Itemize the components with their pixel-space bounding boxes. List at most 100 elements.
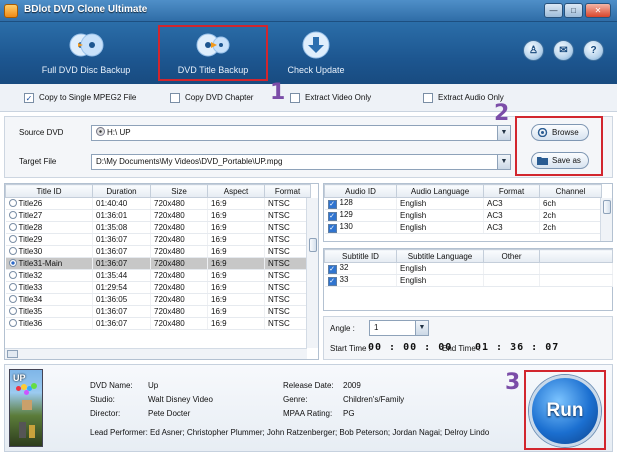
user-icon[interactable]: ♙ bbox=[523, 40, 544, 61]
audio-header-cell[interactable]: Channel bbox=[539, 184, 602, 198]
lead-performer-label: Lead Performer: bbox=[90, 428, 148, 437]
angle-select[interactable]: 1 ▼ bbox=[369, 320, 429, 336]
radio-icon[interactable] bbox=[8, 259, 17, 267]
checkbox-icon[interactable]: ✓ bbox=[327, 277, 337, 286]
audio-cell: ✓ 129 bbox=[324, 209, 397, 222]
scroll-thumb[interactable] bbox=[309, 238, 317, 252]
cell-text: 01:35:44 bbox=[96, 271, 128, 280]
titles-header-cell[interactable]: Duration bbox=[92, 184, 151, 198]
checkbox-icon[interactable]: ✓ bbox=[24, 93, 34, 103]
cell-text: 720x480 bbox=[154, 199, 185, 208]
cell-text: 720x480 bbox=[154, 295, 185, 304]
radio-icon[interactable] bbox=[8, 319, 17, 327]
cell-text: Title36 bbox=[18, 319, 43, 328]
titles-header-cell[interactable]: Aspect bbox=[207, 184, 265, 198]
audio-panel: Audio ID Audio Language Format Channel ✓… bbox=[323, 183, 613, 242]
source-dvd-select[interactable]: H:\ UP ▼ bbox=[91, 125, 511, 141]
chevron-down-icon[interactable]: ▼ bbox=[497, 126, 510, 140]
checkbox-icon[interactable] bbox=[423, 93, 433, 103]
title-cell: 01:36:07 bbox=[92, 305, 151, 318]
title-row[interactable]: Title35 01:36:07 720x480 16:9 NTSC bbox=[5, 305, 311, 318]
radio-icon[interactable] bbox=[8, 307, 17, 315]
dvd-cover-image: UP bbox=[9, 369, 43, 447]
scroll-thumb[interactable] bbox=[603, 200, 611, 214]
titles-header-cell[interactable]: Size bbox=[150, 184, 208, 198]
dvd-info-panel bbox=[4, 364, 613, 452]
audio-header-cell[interactable]: Format bbox=[483, 184, 540, 198]
checkbox-icon[interactable]: ✓ bbox=[327, 212, 337, 221]
title-row[interactable]: Title29 01:36:07 720x480 16:9 NTSC bbox=[5, 233, 311, 246]
help-icon[interactable]: ? bbox=[583, 40, 604, 61]
titles-header-cell[interactable]: Format bbox=[264, 184, 311, 198]
audio-cell: 2ch bbox=[539, 209, 602, 222]
radio-icon[interactable] bbox=[8, 271, 17, 279]
title-cell: Title32 bbox=[5, 269, 93, 282]
subtitle-cell: ✓ 33 bbox=[324, 274, 397, 287]
title-row[interactable]: Title26 01:40:40 720x480 16:9 NTSC bbox=[5, 197, 311, 210]
title-cell: 01:36:05 bbox=[92, 293, 151, 306]
minimize-button[interactable]: — bbox=[544, 3, 563, 18]
radio-icon[interactable] bbox=[8, 211, 17, 219]
check-update-button[interactable]: Check Update bbox=[256, 22, 376, 84]
titles-scrollbar[interactable] bbox=[306, 198, 318, 348]
radio-icon[interactable] bbox=[8, 199, 17, 207]
highlight-box-run bbox=[524, 370, 606, 450]
radio-icon[interactable] bbox=[8, 247, 17, 255]
audio-scrollbar[interactable] bbox=[600, 198, 612, 241]
radio-icon[interactable] bbox=[8, 235, 17, 243]
checkbox-icon[interactable]: ✓ bbox=[327, 265, 337, 274]
target-file-select[interactable]: D:\My Documents\My Videos\DVD_Portable\U… bbox=[91, 154, 511, 170]
audio-row[interactable]: ✓ 129 English AC3 2ch bbox=[324, 209, 602, 222]
subtitle-row[interactable]: ✓ 33 English bbox=[324, 274, 613, 287]
title-cell: Title30 bbox=[5, 245, 93, 258]
cell-text: Title35 bbox=[18, 307, 43, 316]
title-row[interactable]: Title28 01:35:08 720x480 16:9 NTSC bbox=[5, 221, 311, 234]
subtitle-header-cell[interactable]: Subtitle Language bbox=[396, 249, 484, 263]
checkbox-icon[interactable]: ✓ bbox=[327, 224, 337, 233]
radio-icon[interactable] bbox=[8, 223, 17, 231]
audio-header-cell[interactable]: Audio ID bbox=[324, 184, 397, 198]
title-row[interactable]: Title31-Main 01:36:07 720x480 16:9 NTSC bbox=[5, 257, 311, 270]
radio-icon[interactable] bbox=[8, 295, 17, 303]
full-dvd-disc-backup-button[interactable]: Full DVD Disc Backup bbox=[26, 22, 146, 84]
title-row[interactable]: Title36 01:36:07 720x480 16:9 NTSC bbox=[5, 317, 311, 330]
radio-icon[interactable] bbox=[8, 283, 17, 291]
checkbox-icon[interactable] bbox=[170, 93, 180, 103]
target-file-label: Target File bbox=[19, 157, 57, 166]
cell-text: AC3 bbox=[487, 211, 503, 220]
subtitle-row[interactable]: ✓ 32 English bbox=[324, 262, 613, 275]
title-row[interactable]: Title27 01:36:01 720x480 16:9 NTSC bbox=[5, 209, 311, 222]
mail-icon[interactable]: ✉ bbox=[553, 40, 574, 61]
chevron-down-icon[interactable]: ▼ bbox=[415, 321, 428, 335]
checkbox-icon[interactable]: ✓ bbox=[327, 200, 337, 209]
titles-header-cell[interactable]: Title ID bbox=[5, 184, 93, 198]
audio-row[interactable]: ✓ 128 English AC3 6ch bbox=[324, 197, 602, 210]
full-dvd-disc-backup-label: Full DVD Disc Backup bbox=[41, 65, 131, 75]
start-time-label: Start Time : bbox=[330, 344, 371, 353]
download-icon bbox=[302, 31, 330, 59]
title-row[interactable]: Title33 01:29:54 720x480 16:9 NTSC bbox=[5, 281, 311, 294]
title-row[interactable]: Title34 01:36:05 720x480 16:9 NTSC bbox=[5, 293, 311, 306]
maximize-button[interactable]: □ bbox=[564, 3, 583, 18]
subtitle-header-cell[interactable]: Subtitle ID bbox=[324, 249, 397, 263]
cell-text: English bbox=[400, 199, 427, 208]
title-cell: 720x480 bbox=[150, 293, 208, 306]
chevron-down-icon[interactable]: ▼ bbox=[497, 155, 510, 169]
subtitle-header-cell bbox=[539, 249, 613, 263]
cell-text: Title29 bbox=[18, 235, 43, 244]
title-cell: NTSC bbox=[264, 269, 311, 282]
title-cell: 16:9 bbox=[207, 197, 265, 210]
close-button[interactable]: ✕ bbox=[585, 3, 611, 18]
title-cell: 16:9 bbox=[207, 233, 265, 246]
title-cell: 16:9 bbox=[207, 305, 265, 318]
titles-hscrollbar[interactable] bbox=[5, 348, 307, 359]
subtitle-header-cell[interactable]: Other bbox=[483, 249, 540, 263]
angle-value: 1 bbox=[374, 323, 379, 332]
scroll-thumb[interactable] bbox=[7, 350, 18, 358]
audio-header-cell[interactable]: Audio Language bbox=[396, 184, 484, 198]
title-row[interactable]: Title30 01:36:07 720x480 16:9 NTSC bbox=[5, 245, 311, 258]
title-row[interactable]: Title32 01:35:44 720x480 16:9 NTSC bbox=[5, 269, 311, 282]
step-number-2: 2 bbox=[494, 101, 510, 126]
audio-row[interactable]: ✓ 130 English AC3 2ch bbox=[324, 221, 602, 234]
checkbox-icon[interactable] bbox=[290, 93, 300, 103]
